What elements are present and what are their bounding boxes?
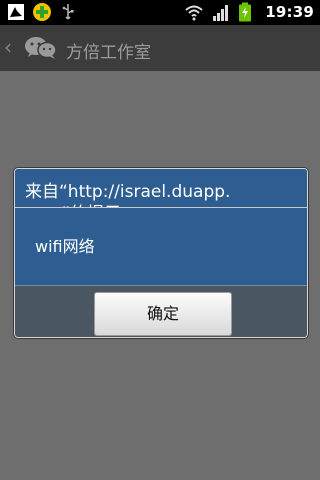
dialog-title-line1: 来自“http://israel.duapp. xyxy=(25,182,231,202)
back-chevron-icon[interactable]: ‹ xyxy=(4,35,12,59)
wifi-icon xyxy=(184,2,204,22)
dialog-message-area: wifi网络 xyxy=(15,208,307,285)
app-title: 方倍工作室 xyxy=(66,43,151,63)
app-icon xyxy=(32,2,52,22)
clock: 19:39 xyxy=(265,3,314,21)
dialog-message: wifi网络 xyxy=(35,237,95,256)
usb-icon xyxy=(58,2,78,22)
status-bar-right: 19:39 xyxy=(184,2,314,22)
status-bar-left xyxy=(6,2,78,22)
signal-icon xyxy=(211,2,231,22)
battery-charging-icon xyxy=(238,2,258,22)
app-bar: ‹ 方倍工作室 xyxy=(0,25,320,71)
wechat-logo-icon xyxy=(24,35,58,65)
ok-button[interactable]: 确定 xyxy=(94,292,232,336)
notification-icon xyxy=(6,2,26,22)
alert-dialog: 来自“http://israel.duapp. com”的提示： wifi网络 … xyxy=(14,168,308,338)
status-bar: 19:39 xyxy=(0,0,320,25)
dialog-button-bar: 确定 xyxy=(15,286,307,337)
